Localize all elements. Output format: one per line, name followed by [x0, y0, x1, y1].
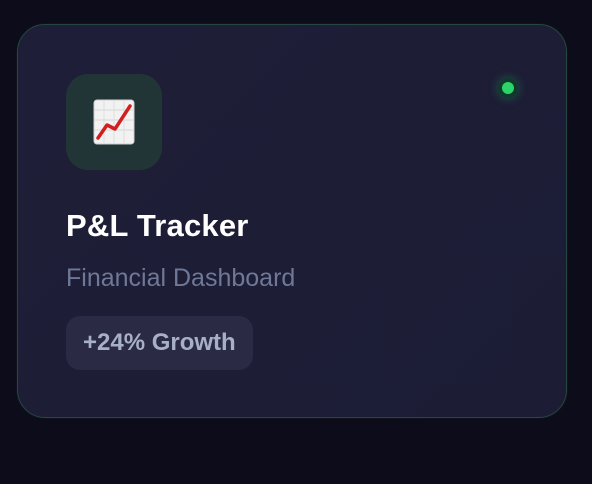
growth-badge: +24% Growth [66, 316, 253, 370]
app-title: P&L Tracker [66, 208, 249, 243]
page: P&L Tracker Financial Dashboard +24% Gro… [0, 0, 592, 484]
app-icon-tile [66, 74, 162, 170]
app-subtitle: Financial Dashboard [66, 264, 296, 292]
chart-increasing-icon [92, 98, 136, 146]
status-indicator-dot [498, 78, 518, 98]
